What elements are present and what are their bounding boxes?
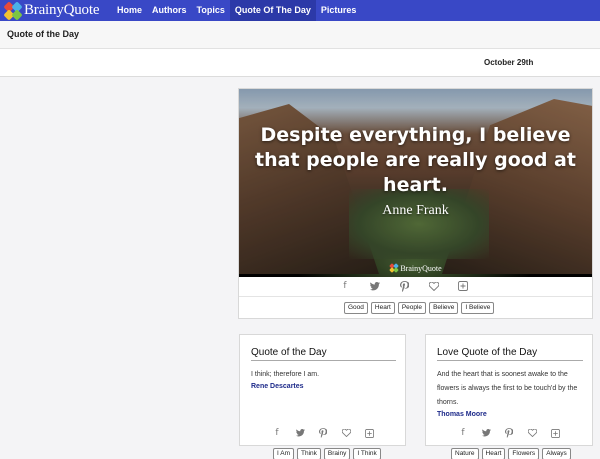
brand-logo-icon — [389, 263, 400, 273]
card-quote-link[interactable]: I think; therefore I am. — [251, 368, 319, 382]
tag-flowers[interactable]: Flowers — [508, 448, 540, 459]
nav-menu: Home Authors Topics Quote Of The Day Pic… — [112, 0, 361, 21]
featured-quote-card: Despite everything, I believe that peopl… — [238, 88, 593, 319]
card-title: Quote of the Day — [251, 347, 327, 358]
love-quote-of-the-day-card: Love Quote of the Day And the heart that… — [425, 334, 593, 446]
twitter-icon[interactable] — [369, 280, 381, 292]
card-title: Love Quote of the Day — [437, 347, 538, 358]
brainyquote-logo[interactable]: BrainyQuote — [0, 0, 112, 21]
heart-icon[interactable] — [340, 427, 352, 439]
nav-item-quote-of-the-day[interactable]: Quote Of The Day — [229, 0, 316, 21]
tag-i-am[interactable]: I Am — [273, 448, 295, 459]
tag-heart[interactable]: Heart — [481, 448, 506, 459]
card-share-row: f — [271, 427, 375, 439]
tag-always[interactable]: Always — [542, 448, 571, 459]
heart-icon[interactable] — [428, 280, 440, 292]
tag-good[interactable]: Good — [344, 302, 368, 314]
twitter-icon[interactable] — [480, 427, 492, 439]
facebook-icon[interactable]: f — [271, 427, 283, 439]
pinterest-icon[interactable] — [503, 427, 515, 439]
page-title: Quote of the Day — [7, 29, 80, 39]
nav-item-pictures[interactable]: Pictures — [316, 0, 362, 21]
plus-box-icon[interactable] — [363, 427, 375, 439]
tag-brainy[interactable]: Brainy — [323, 448, 351, 459]
tag-nature[interactable]: Nature — [451, 448, 479, 459]
card-author-link[interactable]: Thomas Moore — [437, 411, 487, 418]
featured-share-row: f — [339, 279, 469, 293]
tag-heart[interactable]: Heart — [370, 302, 395, 314]
top-navbar: BrainyQuote Home Authors Topics Quote Of… — [0, 0, 600, 21]
tag-think[interactable]: Think — [297, 448, 321, 459]
pinterest-icon[interactable] — [398, 280, 410, 292]
tag-i-think[interactable]: I Think — [353, 448, 381, 459]
nav-item-home[interactable]: Home — [112, 0, 147, 21]
facebook-icon[interactable]: f — [457, 427, 469, 439]
image-brand-text: BrainyQuote — [400, 263, 442, 273]
image-brand-watermark: BrainyQuote — [239, 259, 592, 277]
card-share-row: f — [457, 427, 561, 439]
tag-believe[interactable]: Believe — [429, 302, 459, 314]
card-author-link[interactable]: Rene Descartes — [251, 383, 304, 390]
card-right-tags: Nature Heart Flowers Always — [451, 448, 571, 459]
tag-people[interactable]: People — [397, 302, 427, 314]
plus-box-icon[interactable] — [549, 427, 561, 439]
featured-quote-author: Anne Frank — [382, 203, 449, 218]
pinterest-icon[interactable] — [317, 427, 329, 439]
quote-of-the-day-card: Quote of the Day I think; therefore I am… — [239, 334, 406, 446]
plus-box-icon[interactable] — [457, 280, 469, 292]
twitter-icon[interactable] — [294, 427, 306, 439]
logo-icon — [3, 0, 23, 21]
featured-quote-text: Despite everything, I believe that peopl… — [255, 124, 576, 196]
date-label: October 29th — [484, 58, 534, 67]
card-left-tags: I Am Think Brainy I Think — [273, 448, 381, 459]
logo-text: BrainyQuote — [24, 2, 100, 18]
tag-i-believe[interactable]: I Believe — [461, 302, 495, 314]
card-quote-link[interactable]: And the heart that is soonest awake to t… — [437, 368, 587, 410]
title-underline — [437, 360, 583, 361]
nav-item-topics[interactable]: Topics — [192, 0, 230, 21]
title-underline — [251, 360, 396, 361]
divider — [239, 296, 592, 297]
quote-picture[interactable]: Despite everything, I believe that peopl… — [239, 89, 592, 277]
heart-icon[interactable] — [526, 427, 538, 439]
page-header: Quote of the Day — [0, 21, 600, 49]
featured-tags: Good Heart People Believe I Believe — [344, 302, 495, 314]
date-bar: October 29th — [0, 49, 600, 77]
nav-item-authors[interactable]: Authors — [147, 0, 192, 21]
facebook-icon[interactable]: f — [339, 280, 351, 292]
